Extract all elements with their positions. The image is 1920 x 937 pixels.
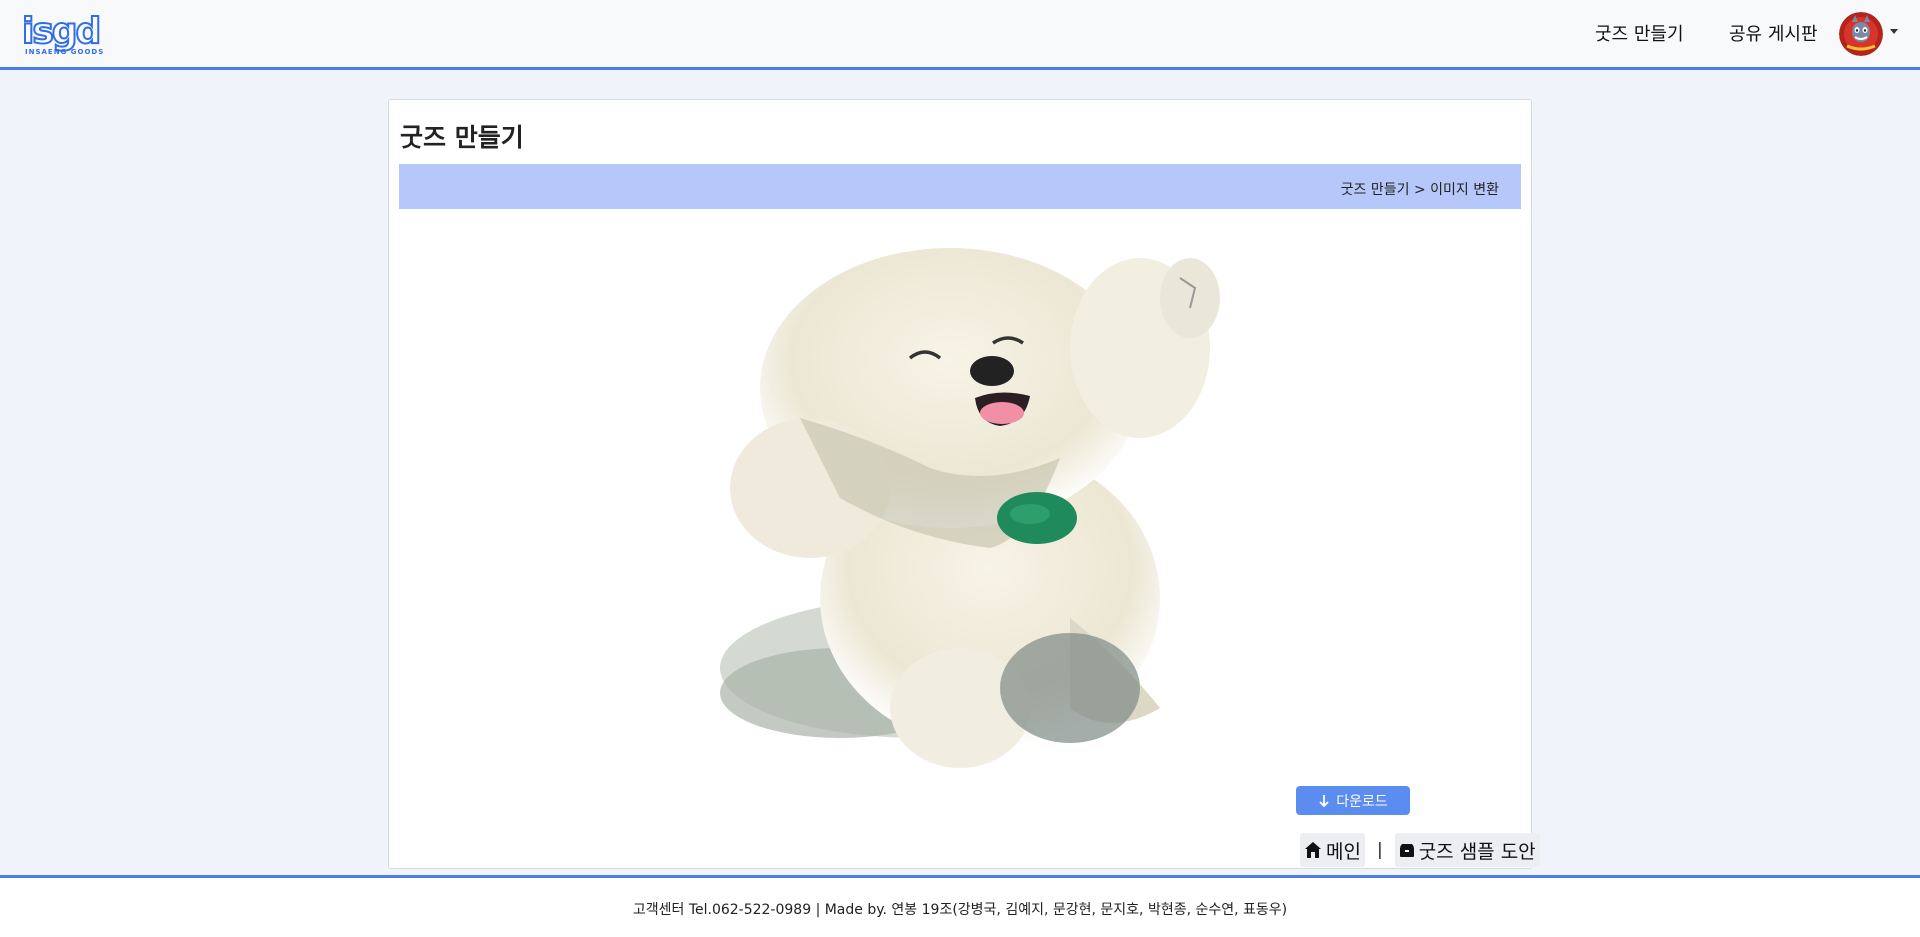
nav-make-goods[interactable]: 굿즈 만들기: [1595, 20, 1684, 46]
footer-text: 고객센터 Tel.062-522-0989 | Made by. 연봉 19조(…: [632, 902, 1288, 918]
logo-subtext: INSAENG GOODS: [25, 48, 105, 56]
avatar-icon: [1839, 12, 1883, 56]
footer: 고객센터 Tel.062-522-0989 | Made by. 연봉 19조(…: [0, 875, 1920, 937]
breadcrumb: 굿즈 만들기 > 이미지 변환: [399, 164, 1521, 209]
chevron-down-icon[interactable]: [1890, 29, 1898, 34]
logo-text: isgd: [21, 11, 102, 53]
page-title: 굿즈 만들기: [400, 123, 524, 152]
top-navbar: isgd INSAENG GOODS 굿즈 만들기 공유 게시판: [0, 0, 1920, 70]
house-icon: [1305, 842, 1321, 858]
user-avatar[interactable]: [1839, 12, 1883, 56]
nav-share-board[interactable]: 공유 게시판: [1729, 20, 1818, 46]
arrow-down-icon: [1319, 794, 1329, 807]
bottom-links: 메인 | 굿즈 샘플 도안: [1300, 833, 1540, 867]
goods-sample-link[interactable]: 굿즈 샘플 도안: [1394, 833, 1540, 867]
link-separator: |: [1376, 840, 1383, 860]
goods-sample-label: 굿즈 샘플 도안: [1418, 840, 1536, 863]
main-link[interactable]: 메인: [1300, 833, 1365, 867]
download-button[interactable]: 다운로드: [1296, 786, 1410, 815]
goods-card: 굿즈 만들기 굿즈 만들기 > 이미지 변환 다운로드 메인 | 굿즈 샘플 도…: [388, 99, 1540, 869]
breadcrumb-text: 굿즈 만들기 > 이미지 변환: [1340, 182, 1499, 198]
converted-dog-image: [690, 238, 1230, 778]
download-label: 다운로드: [1336, 793, 1388, 810]
main-link-label: 메인: [1326, 840, 1361, 863]
box-icon: [1399, 844, 1414, 857]
brand-logo[interactable]: isgd INSAENG GOODS: [21, 11, 112, 58]
